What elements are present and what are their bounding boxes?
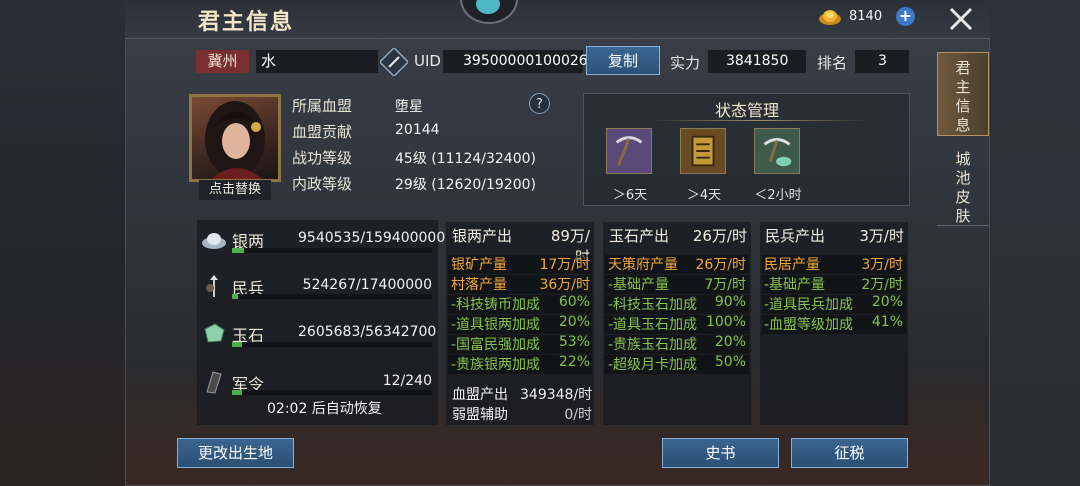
militia-bar-fill [232, 294, 238, 299]
silver-bar-fill [232, 248, 244, 253]
silver-production-row-label: 银矿产量 [451, 257, 507, 273]
militia-production-row-value: 20% [871, 294, 903, 310]
lord-name-field: 水 [256, 50, 378, 73]
militia-production-row-label: -基础产量 [764, 277, 826, 293]
edit-name-icon[interactable] [380, 48, 408, 76]
militia-production-row-value: 2万/时 [861, 277, 903, 293]
jade-pickaxe-icon[interactable] [754, 128, 800, 174]
military-order-bar-fill [232, 390, 242, 395]
rank-label: 排名 [817, 54, 848, 72]
silver-bar [232, 248, 432, 253]
tab-city-skin[interactable]: 城池皮肤 [937, 144, 989, 226]
military-order-icon [206, 371, 222, 394]
militia-production-row-value: 41% [871, 314, 903, 330]
tab-lord-info[interactable]: 君主信息 [937, 52, 989, 136]
military-order-bar [232, 390, 432, 395]
weak-alliance-label: 弱盟辅助 [452, 407, 508, 423]
contribution-value: 20144 [395, 122, 440, 138]
lord-portrait[interactable] [189, 94, 281, 182]
jade-production-title: 玉石产出 [609, 227, 670, 245]
silver-production-row-value: 17万/时 [539, 257, 590, 273]
uid-label: UID [414, 52, 441, 70]
history-button[interactable]: 史书 [662, 438, 779, 468]
jade-production-row-label: 天策府产量 [608, 257, 678, 273]
jade-production-row-value: 20% [714, 334, 746, 350]
silver-production-title: 银两产出 [452, 227, 513, 245]
jade-production-row-value: 100% [705, 314, 746, 330]
jade-production-row-value: 7万/时 [704, 277, 746, 293]
close-icon[interactable] [944, 2, 978, 36]
alliance-value: 堕星 [395, 99, 423, 115]
militia-production-row-label: 民居产量 [764, 257, 820, 273]
silver-production-row-value: 36万/时 [539, 277, 590, 293]
silver-production-row-value: 60% [558, 294, 590, 310]
militia-bar [232, 294, 432, 299]
weak-alliance-value: 0/时 [564, 407, 592, 423]
domestic-level-label: 内政等级 [292, 175, 353, 193]
status-divider [650, 120, 870, 121]
help-icon[interactable]: ? [529, 93, 550, 114]
change-birthplace-button[interactable]: 更改出生地 [177, 438, 294, 468]
alliance-label: 所属血盟 [292, 97, 353, 115]
uid-value: 39500000100026 [443, 50, 588, 73]
silver-production-row-value: 53% [558, 334, 590, 350]
merit-level-label: 战功等级 [292, 149, 353, 167]
alliance-output-value: 349348/时 [520, 387, 593, 403]
gold-ingot-icon [819, 10, 841, 25]
tab-city-skin-label: 城池皮肤 [955, 150, 971, 225]
pickaxe-icon[interactable] [606, 128, 652, 174]
militia-production-row-value: 3万/时 [861, 257, 903, 273]
jade-production-row-label: -基础产量 [608, 277, 670, 293]
page-title: 君主信息 [198, 9, 295, 35]
power-label: 实力 [670, 54, 701, 72]
domestic-level-value: 29级 (12620/19200) [395, 177, 536, 193]
right-backdrop [988, 0, 1080, 486]
portrait-avatar-icon [205, 101, 265, 179]
silver-production-row-value: 22% [558, 354, 590, 370]
power-value: 3841850 [708, 50, 806, 73]
tab-lord-info-label: 君主信息 [955, 59, 971, 134]
copy-uid-button[interactable]: 复制 [586, 46, 660, 75]
militia-value: 524267/17400000 [302, 277, 432, 293]
jade-production-total: 26万/时 [692, 227, 747, 245]
silver-production-row-value: 20% [558, 314, 590, 330]
pickaxe-status-text: ＞6天 [612, 188, 648, 203]
contribution-label: 血盟贡献 [292, 123, 353, 141]
militia-production-title: 民兵产出 [765, 227, 826, 245]
silver-value: 9540535/159400000 [298, 230, 446, 246]
status-title: 状态管理 [715, 101, 780, 120]
alliance-output-label: 血盟产出 [452, 387, 508, 403]
replace-portrait-button[interactable]: 点击替换 [199, 180, 271, 200]
scroll-status-text: ＞4天 [686, 188, 722, 203]
jade-bar-fill [232, 342, 242, 347]
scroll-icon[interactable] [680, 128, 726, 174]
jade-bar [232, 342, 432, 347]
rank-value: 3 [855, 50, 909, 73]
militia-production-total: 3万/时 [859, 227, 904, 245]
militia-icon [206, 275, 218, 297]
silver-icon [202, 233, 226, 249]
recover-text: 02:02 后自动恢复 [267, 401, 382, 417]
jade-icon [204, 323, 225, 343]
silver-production-row-label: 村落产量 [451, 277, 507, 293]
merit-level-value: 45级 (11124/32400) [395, 151, 536, 167]
gold-amount: 8140 [849, 9, 883, 24]
jade-pickaxe-status-text: ＜2小时 [754, 188, 802, 203]
server-tag: 冀州 [196, 50, 249, 73]
jade-value: 2605683/56342700 [298, 324, 437, 340]
jade-production-row-value: 50% [714, 354, 746, 370]
jade-production-row-value: 90% [714, 294, 746, 310]
military-order-value: 12/240 [382, 373, 432, 389]
add-gold-button[interactable]: + [896, 7, 915, 26]
tax-button[interactable]: 征税 [791, 438, 908, 468]
jade-production-row-value: 26万/时 [695, 257, 746, 273]
left-backdrop [0, 0, 125, 486]
